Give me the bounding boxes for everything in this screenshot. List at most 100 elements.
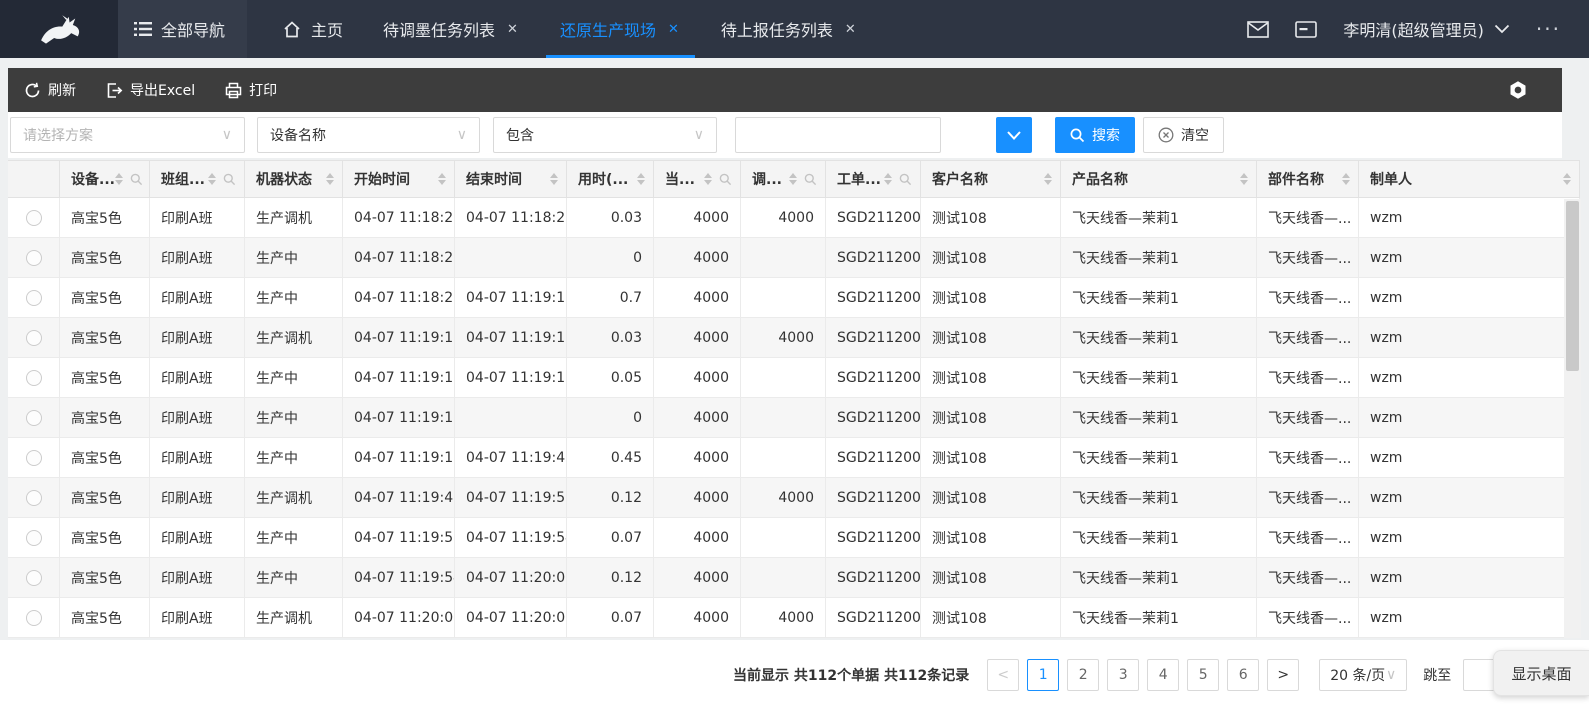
sort-icon[interactable] bbox=[115, 173, 123, 185]
cell-start: 04-07 11:19:13 bbox=[343, 358, 455, 397]
column-header-maker[interactable]: 制单人 bbox=[1359, 161, 1580, 197]
sort-icon[interactable] bbox=[1342, 173, 1350, 185]
refresh-icon bbox=[24, 82, 41, 99]
column-header-status[interactable]: 机器状态 bbox=[245, 161, 343, 197]
export-excel-button[interactable]: 导出Excel bbox=[106, 80, 195, 100]
chevron-down-icon: ∨ bbox=[222, 127, 232, 143]
sort-icon[interactable] bbox=[1240, 173, 1248, 185]
cell-device: 高宝5色 bbox=[60, 438, 150, 477]
row-select-radio[interactable] bbox=[26, 290, 42, 306]
row-select-radio[interactable] bbox=[26, 530, 42, 546]
row-select-radio[interactable] bbox=[26, 570, 42, 586]
scrollbar-thumb[interactable] bbox=[1566, 201, 1579, 371]
row-select-radio[interactable] bbox=[26, 370, 42, 386]
cell-duration: 0.05 bbox=[567, 358, 654, 397]
field-select[interactable]: 设备名称 ∨ bbox=[257, 117, 480, 153]
tab-close-icon[interactable]: ✕ bbox=[843, 20, 858, 39]
page-button-1[interactable]: 1 bbox=[1027, 659, 1059, 691]
sort-icon[interactable] bbox=[326, 173, 334, 185]
row-select-radio[interactable] bbox=[26, 250, 42, 266]
sort-icon[interactable] bbox=[550, 173, 558, 185]
row-select-radio[interactable] bbox=[26, 210, 42, 226]
page-button-5[interactable]: 5 bbox=[1187, 659, 1219, 691]
operator-select[interactable]: 包含 ∨ bbox=[493, 117, 717, 153]
row-select-radio[interactable] bbox=[26, 410, 42, 426]
top-navbar: 全部导航 主页 待调墨任务列表 ✕ 还原生产现场 ✕ 待上报任务列表 ✕ 李明 bbox=[0, 0, 1589, 58]
column-header-label: 工单... bbox=[837, 169, 881, 189]
cell-end bbox=[455, 398, 567, 437]
cell-status: 生产调机 bbox=[245, 318, 343, 357]
tab-0[interactable]: 主页 bbox=[263, 0, 363, 58]
row-select-radio[interactable] bbox=[26, 330, 42, 346]
sort-icon[interactable] bbox=[704, 173, 712, 185]
column-header-part[interactable]: 部件名称 bbox=[1257, 161, 1359, 197]
column-search-icon[interactable] bbox=[899, 173, 912, 186]
show-desktop-button[interactable]: 显示桌面 bbox=[1493, 650, 1589, 696]
tab-3[interactable]: 待上报任务列表 ✕ bbox=[701, 0, 878, 58]
column-header-order[interactable]: 工单... bbox=[826, 161, 921, 197]
column-search-icon[interactable] bbox=[130, 173, 143, 186]
plan-select[interactable]: 请选择方案 ∨ bbox=[10, 117, 245, 153]
page-button-3[interactable]: 3 bbox=[1107, 659, 1139, 691]
sort-icon[interactable] bbox=[208, 173, 216, 185]
prev-page-button[interactable]: < bbox=[987, 659, 1019, 691]
cell-order: SGD211200... bbox=[826, 558, 921, 597]
mail-icon[interactable] bbox=[1247, 21, 1269, 38]
cell-customer: 测试108 bbox=[921, 558, 1061, 597]
column-header-adjust[interactable]: 调... bbox=[741, 161, 826, 197]
cell-product: 飞天线香—茉莉1 bbox=[1061, 358, 1257, 397]
sort-icon[interactable] bbox=[1044, 173, 1052, 185]
column-header-start[interactable]: 开始时间 bbox=[343, 161, 455, 197]
page-button-2[interactable]: 2 bbox=[1067, 659, 1099, 691]
row-select-radio[interactable] bbox=[26, 490, 42, 506]
cell-product: 飞天线香—茉莉1 bbox=[1061, 198, 1257, 237]
refresh-button[interactable]: 刷新 bbox=[24, 80, 76, 100]
vertical-scrollbar[interactable] bbox=[1564, 199, 1581, 638]
column-header-team[interactable]: 班组... bbox=[150, 161, 245, 197]
cell-team: 印刷A班 bbox=[150, 358, 245, 397]
cell-adjust bbox=[741, 358, 826, 397]
tab-2[interactable]: 还原生产现场 ✕ bbox=[540, 0, 701, 58]
column-header-radio[interactable] bbox=[8, 161, 60, 197]
clear-button[interactable]: 清空 bbox=[1143, 117, 1224, 153]
column-header-end[interactable]: 结束时间 bbox=[455, 161, 567, 197]
column-header-duration[interactable]: 用时(... bbox=[567, 161, 654, 197]
more-options-button[interactable]: ··· bbox=[1536, 17, 1561, 41]
user-menu[interactable]: 李明清(超级管理员) bbox=[1343, 17, 1510, 41]
search-button[interactable]: 搜索 bbox=[1055, 117, 1135, 153]
sort-icon[interactable] bbox=[789, 173, 797, 185]
column-search-icon[interactable] bbox=[804, 173, 817, 186]
column-header-customer[interactable]: 客户名称 bbox=[921, 161, 1061, 197]
column-search-icon[interactable] bbox=[223, 173, 236, 186]
row-select-radio[interactable] bbox=[26, 450, 42, 466]
tab-close-icon[interactable]: ✕ bbox=[666, 20, 681, 39]
column-header-device[interactable]: 设备... bbox=[60, 161, 150, 197]
page-button-6[interactable]: 6 bbox=[1227, 659, 1259, 691]
page-size-select[interactable]: 20 条/页 ∨ bbox=[1319, 659, 1407, 691]
app-logo[interactable] bbox=[0, 0, 118, 58]
expand-filters-button[interactable] bbox=[996, 117, 1032, 153]
sort-icon[interactable] bbox=[438, 173, 446, 185]
print-button[interactable]: 打印 bbox=[225, 80, 277, 100]
tab-1[interactable]: 待调墨任务列表 ✕ bbox=[363, 0, 540, 58]
column-search-icon[interactable] bbox=[719, 173, 732, 186]
message-icon[interactable] bbox=[1295, 21, 1317, 38]
cell-adjust: 4000 bbox=[741, 598, 826, 637]
gear-settings-icon[interactable] bbox=[1508, 80, 1528, 100]
sort-icon[interactable] bbox=[1563, 173, 1571, 185]
row-select-radio[interactable] bbox=[26, 610, 42, 626]
cell-duration: 0.03 bbox=[567, 318, 654, 357]
next-page-button[interactable]: > bbox=[1267, 659, 1299, 691]
cell-product: 飞天线香—茉莉1 bbox=[1061, 318, 1257, 357]
cell-start: 04-07 11:19:43 bbox=[343, 478, 455, 517]
cell-product: 飞天线香—茉莉1 bbox=[1061, 278, 1257, 317]
tab-close-icon[interactable]: ✕ bbox=[505, 20, 520, 39]
all-navigation-button[interactable]: 全部导航 bbox=[118, 0, 247, 58]
keyword-input[interactable] bbox=[735, 117, 941, 153]
cell-product: 飞天线香—茉莉1 bbox=[1061, 238, 1257, 277]
column-header-product[interactable]: 产品名称 bbox=[1061, 161, 1257, 197]
page-button-4[interactable]: 4 bbox=[1147, 659, 1179, 691]
sort-icon[interactable] bbox=[637, 173, 645, 185]
column-header-current[interactable]: 当... bbox=[654, 161, 741, 197]
sort-icon[interactable] bbox=[884, 173, 892, 185]
